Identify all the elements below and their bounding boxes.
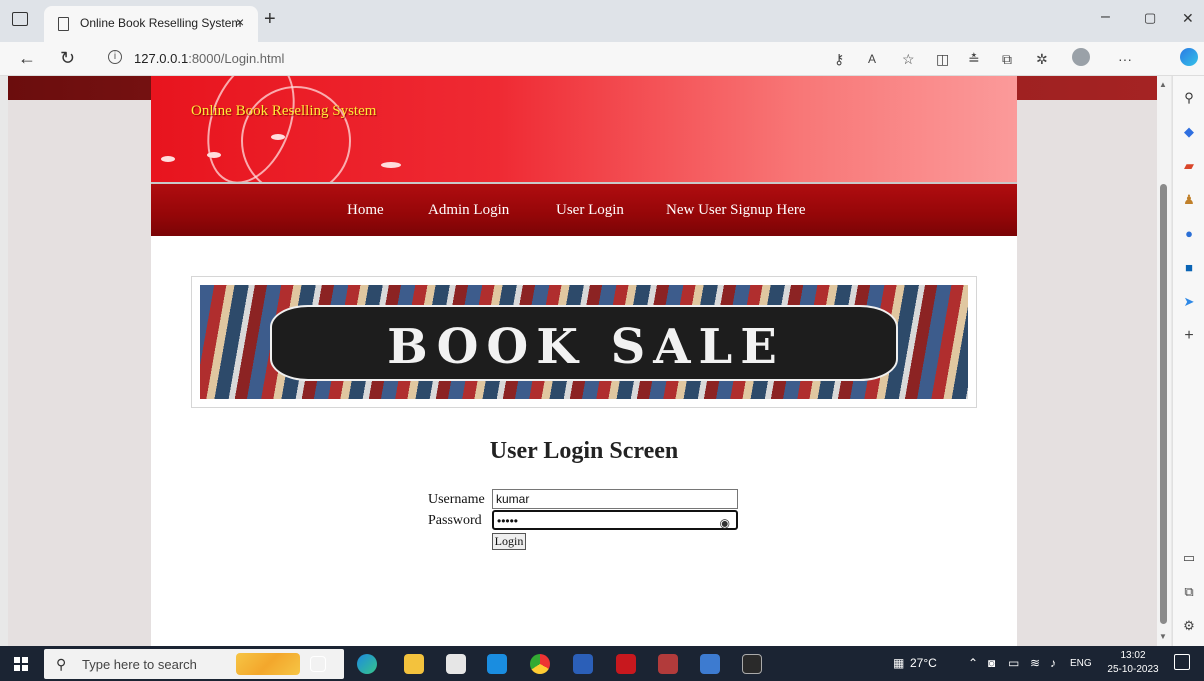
banner-text: BOOK SALE — [387, 319, 785, 375]
search-icon: ⚲ — [56, 656, 67, 672]
login-button[interactable]: Login — [492, 533, 526, 550]
mail-icon[interactable] — [487, 654, 507, 674]
username-label: Username — [428, 492, 485, 507]
notifications-icon[interactable] — [1174, 654, 1190, 670]
tools-icon[interactable]: ▰ — [1181, 158, 1197, 174]
copilot-icon[interactable] — [1180, 48, 1198, 66]
app-icon[interactable] — [658, 654, 678, 674]
password-label: Password — [428, 513, 482, 528]
page-viewport: Online Book Reselling System Home Admin … — [8, 76, 1160, 646]
language-indicator[interactable]: ENG — [1070, 658, 1092, 669]
word-icon[interactable] — [573, 654, 593, 674]
send-icon[interactable]: ➤ — [1181, 294, 1197, 310]
url-text[interactable]: 127.0.0.1:8000/Login.html — [134, 51, 284, 66]
close-window-button[interactable]: ✕ — [1182, 10, 1194, 27]
nav-home-link[interactable]: Home — [347, 202, 384, 219]
search-highlight-image — [236, 653, 300, 675]
address-toolbar: ← ↻ i 127.0.0.1:8000/Login.html ⚷ A ☆ ◫ … — [0, 42, 1204, 76]
taskbar-clock[interactable]: 13:02 25-10-2023 — [1104, 649, 1162, 677]
weather-icon[interactable]: ▦ — [893, 656, 904, 670]
password-key-icon[interactable]: ⚷ — [834, 51, 844, 68]
wifi-icon[interactable]: ≋ — [1030, 656, 1040, 670]
nav-signup-link[interactable]: New User Signup Here — [666, 202, 806, 219]
site-header: Online Book Reselling System — [151, 76, 1017, 182]
volume-icon[interactable]: ♪ — [1050, 656, 1056, 670]
nav-user-login-link[interactable]: User Login — [556, 202, 624, 219]
eye-icon[interactable]: ◉ — [720, 514, 730, 532]
page-icon — [58, 17, 69, 31]
battery-icon[interactable]: ▭ — [1008, 656, 1019, 670]
favorites-icon[interactable]: ≛ — [968, 51, 980, 68]
tab-close-button[interactable]: × — [236, 14, 244, 30]
login-heading: User Login Screen — [489, 438, 679, 464]
banner-plaque: BOOK SALE — [270, 305, 898, 381]
more-icon[interactable]: ··· — [1118, 51, 1132, 67]
edge-sidebar: ⚲ ◆ ▰ ♟ ● ■ ➤ + ▭ ⧉ ⚙ — [1172, 76, 1204, 646]
minimize-button[interactable]: – — [1101, 8, 1110, 26]
browser-tab[interactable]: Online Book Reselling System × — [44, 6, 258, 42]
acrobat-icon[interactable] — [616, 654, 636, 674]
password-input[interactable]: ••••• ◉ — [492, 510, 738, 530]
games-icon[interactable]: ♟ — [1181, 192, 1197, 208]
header-swirl-decoration — [241, 86, 351, 182]
open-external-icon[interactable]: ⧉ — [1181, 584, 1197, 600]
settings-icon[interactable]: ⚙ — [1181, 618, 1197, 634]
heart-decoration — [381, 162, 401, 168]
nav-admin-login-link[interactable]: Admin Login — [428, 202, 509, 219]
page-scrollbar[interactable]: ▲ ▼ — [1157, 76, 1171, 646]
file-explorer-icon[interactable] — [404, 654, 424, 674]
site-navbar: Home Admin Login User Login New User Sig… — [151, 182, 1017, 236]
scrollbar-thumb[interactable] — [1160, 184, 1167, 624]
read-aloud-icon[interactable]: A — [868, 52, 876, 66]
tab-actions-icon[interactable] — [12, 12, 28, 26]
back-icon[interactable]: ← — [18, 48, 36, 69]
shopping-tag-icon[interactable]: ◆ — [1181, 124, 1197, 140]
scroll-down-icon[interactable]: ▼ — [1159, 632, 1167, 641]
heart-decoration — [161, 156, 175, 162]
windows-taskbar: ⚲ Type here to search ▦ 27°C ⌃ ◙ ▭ ≋ ♪ E… — [0, 646, 1204, 681]
restore-button[interactable]: ▢ — [1144, 10, 1156, 26]
outlook-icon[interactable]: ■ — [1181, 260, 1197, 276]
password-value: ••••• — [497, 514, 519, 528]
sidebar-toggle-icon[interactable]: ▭ — [1181, 550, 1197, 566]
add-sidebar-icon[interactable]: + — [1181, 328, 1197, 344]
page-container: Online Book Reselling System Home Admin … — [151, 76, 1017, 646]
python-icon[interactable] — [700, 654, 720, 674]
new-tab-button[interactable]: + — [264, 8, 276, 31]
favorite-icon[interactable]: ☆ — [902, 51, 915, 68]
browser-tab-bar: Online Book Reselling System × + – ▢ ✕ — [0, 0, 1204, 42]
tray-chevron-icon[interactable]: ⌃ — [968, 656, 978, 670]
address-bar[interactable]: i 127.0.0.1:8000/Login.html — [94, 46, 906, 72]
banner-frame: BOOK SALE — [191, 276, 977, 408]
terminal-icon[interactable] — [742, 654, 762, 674]
weather-temp[interactable]: 27°C — [910, 656, 937, 670]
search-placeholder: Type here to search — [82, 657, 197, 672]
clock-date: 25-10-2023 — [1107, 664, 1159, 675]
site-title: Online Book Reselling System — [191, 103, 377, 119]
book-sale-banner: BOOK SALE — [200, 285, 968, 399]
heart-decoration — [207, 152, 221, 158]
task-view-icon[interactable] — [310, 656, 326, 672]
extensions-icon[interactable]: ✲ — [1036, 51, 1048, 68]
scroll-up-icon[interactable]: ▲ — [1159, 80, 1167, 89]
username-input[interactable]: kumar — [492, 489, 738, 509]
heart-decoration — [271, 134, 285, 140]
store-icon[interactable] — [446, 654, 466, 674]
collections-icon[interactable]: ⧉ — [1002, 51, 1012, 68]
clock-time: 13:02 — [1120, 650, 1146, 661]
office-icon[interactable]: ● — [1181, 226, 1197, 242]
windows-start-icon[interactable] — [14, 657, 28, 671]
edge-taskbar-icon[interactable] — [357, 654, 377, 674]
profile-icon[interactable] — [1072, 48, 1090, 66]
tray-app-icon[interactable]: ◙ — [988, 656, 995, 670]
chrome-icon[interactable] — [530, 654, 550, 674]
info-icon[interactable]: i — [108, 50, 122, 64]
taskbar-search[interactable]: ⚲ Type here to search — [44, 649, 344, 679]
search-icon[interactable]: ⚲ — [1181, 90, 1197, 106]
tab-title: Online Book Reselling System — [80, 16, 242, 30]
refresh-icon[interactable]: ↻ — [60, 48, 75, 69]
split-screen-icon[interactable]: ◫ — [936, 51, 949, 68]
